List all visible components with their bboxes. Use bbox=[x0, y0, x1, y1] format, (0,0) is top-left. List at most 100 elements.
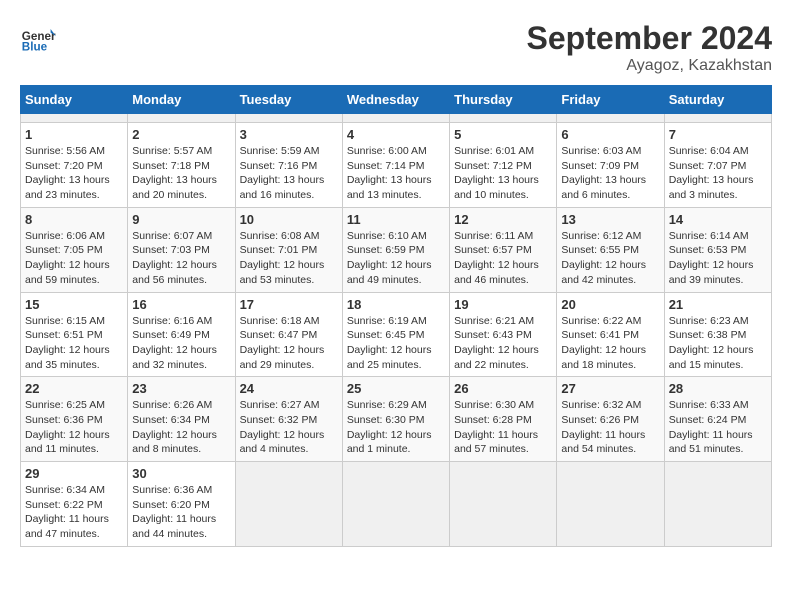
logo-icon: General Blue bbox=[20, 20, 56, 56]
day-number: 7 bbox=[669, 127, 767, 142]
sunset-label: Sunset: 6:45 PM bbox=[347, 329, 425, 341]
sunrise-label: Sunrise: 6:08 AM bbox=[240, 230, 320, 242]
daylight-label: Daylight: 11 hours and 51 minutes. bbox=[669, 429, 753, 456]
daylight-label: Daylight: 12 hours and 59 minutes. bbox=[25, 259, 110, 286]
day-number: 12 bbox=[454, 212, 552, 227]
sunrise-label: Sunrise: 6:32 AM bbox=[561, 399, 641, 411]
calendar-cell: 19 Sunrise: 6:21 AM Sunset: 6:43 PM Dayl… bbox=[450, 292, 557, 377]
daylight-label: Daylight: 12 hours and 1 minute. bbox=[347, 429, 432, 456]
sunrise-label: Sunrise: 6:12 AM bbox=[561, 230, 641, 242]
calendar-cell: 17 Sunrise: 6:18 AM Sunset: 6:47 PM Dayl… bbox=[235, 292, 342, 377]
day-info: Sunrise: 6:29 AM Sunset: 6:30 PM Dayligh… bbox=[347, 398, 445, 457]
calendar-cell: 28 Sunrise: 6:33 AM Sunset: 6:24 PM Dayl… bbox=[664, 377, 771, 462]
day-info: Sunrise: 6:06 AM Sunset: 7:05 PM Dayligh… bbox=[25, 229, 123, 288]
sunrise-label: Sunrise: 6:15 AM bbox=[25, 315, 105, 327]
sunrise-label: Sunrise: 6:11 AM bbox=[454, 230, 533, 242]
day-info: Sunrise: 6:34 AM Sunset: 6:22 PM Dayligh… bbox=[25, 483, 123, 542]
calendar-cell: 14 Sunrise: 6:14 AM Sunset: 6:53 PM Dayl… bbox=[664, 207, 771, 292]
daylight-label: Daylight: 12 hours and 42 minutes. bbox=[561, 259, 646, 286]
calendar-week-row: 22 Sunrise: 6:25 AM Sunset: 6:36 PM Dayl… bbox=[21, 377, 772, 462]
sunset-label: Sunset: 7:07 PM bbox=[669, 160, 747, 172]
sunrise-label: Sunrise: 6:29 AM bbox=[347, 399, 427, 411]
day-number: 2 bbox=[132, 127, 230, 142]
daylight-label: Daylight: 12 hours and 39 minutes. bbox=[669, 259, 754, 286]
day-info: Sunrise: 6:19 AM Sunset: 6:45 PM Dayligh… bbox=[347, 314, 445, 373]
day-info: Sunrise: 6:21 AM Sunset: 6:43 PM Dayligh… bbox=[454, 314, 552, 373]
sunset-label: Sunset: 7:09 PM bbox=[561, 160, 639, 172]
day-info: Sunrise: 6:12 AM Sunset: 6:55 PM Dayligh… bbox=[561, 229, 659, 288]
day-number: 24 bbox=[240, 381, 338, 396]
sunset-label: Sunset: 7:12 PM bbox=[454, 160, 532, 172]
sunset-label: Sunset: 7:05 PM bbox=[25, 244, 103, 256]
sunset-label: Sunset: 6:24 PM bbox=[669, 414, 747, 426]
calendar-cell: 10 Sunrise: 6:08 AM Sunset: 7:01 PM Dayl… bbox=[235, 207, 342, 292]
calendar-cell: 1 Sunrise: 5:56 AM Sunset: 7:20 PM Dayli… bbox=[21, 123, 128, 208]
sunset-label: Sunset: 6:49 PM bbox=[132, 329, 210, 341]
calendar-cell: 9 Sunrise: 6:07 AM Sunset: 7:03 PM Dayli… bbox=[128, 207, 235, 292]
sunset-label: Sunset: 6:51 PM bbox=[25, 329, 103, 341]
title-block: September 2024 Ayagoz, Kazakhstan bbox=[527, 20, 772, 75]
day-header-friday: Friday bbox=[557, 86, 664, 114]
day-info: Sunrise: 6:00 AM Sunset: 7:14 PM Dayligh… bbox=[347, 144, 445, 203]
day-number: 21 bbox=[669, 297, 767, 312]
sunrise-label: Sunrise: 6:27 AM bbox=[240, 399, 320, 411]
day-info: Sunrise: 6:15 AM Sunset: 6:51 PM Dayligh… bbox=[25, 314, 123, 373]
day-info: Sunrise: 5:56 AM Sunset: 7:20 PM Dayligh… bbox=[25, 144, 123, 203]
day-number: 20 bbox=[561, 297, 659, 312]
calendar-cell bbox=[557, 462, 664, 547]
daylight-label: Daylight: 13 hours and 13 minutes. bbox=[347, 174, 432, 201]
page-header: General Blue September 2024 Ayagoz, Kaza… bbox=[20, 20, 772, 75]
day-info: Sunrise: 6:27 AM Sunset: 6:32 PM Dayligh… bbox=[240, 398, 338, 457]
day-header-monday: Monday bbox=[128, 86, 235, 114]
daylight-label: Daylight: 12 hours and 49 minutes. bbox=[347, 259, 432, 286]
calendar-cell: 16 Sunrise: 6:16 AM Sunset: 6:49 PM Dayl… bbox=[128, 292, 235, 377]
day-number: 27 bbox=[561, 381, 659, 396]
day-info: Sunrise: 6:07 AM Sunset: 7:03 PM Dayligh… bbox=[132, 229, 230, 288]
sunrise-label: Sunrise: 5:59 AM bbox=[240, 145, 320, 157]
calendar-header-row: SundayMondayTuesdayWednesdayThursdayFrid… bbox=[21, 86, 772, 114]
day-info: Sunrise: 6:16 AM Sunset: 6:49 PM Dayligh… bbox=[132, 314, 230, 373]
daylight-label: Daylight: 13 hours and 3 minutes. bbox=[669, 174, 754, 201]
sunrise-label: Sunrise: 5:56 AM bbox=[25, 145, 105, 157]
sunrise-label: Sunrise: 6:04 AM bbox=[669, 145, 749, 157]
sunset-label: Sunset: 6:57 PM bbox=[454, 244, 532, 256]
day-info: Sunrise: 6:25 AM Sunset: 6:36 PM Dayligh… bbox=[25, 398, 123, 457]
sunset-label: Sunset: 6:55 PM bbox=[561, 244, 639, 256]
daylight-label: Daylight: 13 hours and 23 minutes. bbox=[25, 174, 110, 201]
day-info: Sunrise: 6:01 AM Sunset: 7:12 PM Dayligh… bbox=[454, 144, 552, 203]
sunset-label: Sunset: 6:43 PM bbox=[454, 329, 532, 341]
sunset-label: Sunset: 6:28 PM bbox=[454, 414, 532, 426]
calendar-cell: 8 Sunrise: 6:06 AM Sunset: 7:05 PM Dayli… bbox=[21, 207, 128, 292]
day-number: 28 bbox=[669, 381, 767, 396]
calendar-cell bbox=[235, 114, 342, 123]
day-number: 1 bbox=[25, 127, 123, 142]
calendar-cell: 29 Sunrise: 6:34 AM Sunset: 6:22 PM Dayl… bbox=[21, 462, 128, 547]
day-number: 11 bbox=[347, 212, 445, 227]
calendar-cell: 23 Sunrise: 6:26 AM Sunset: 6:34 PM Dayl… bbox=[128, 377, 235, 462]
sunset-label: Sunset: 7:18 PM bbox=[132, 160, 210, 172]
sunrise-label: Sunrise: 6:10 AM bbox=[347, 230, 427, 242]
daylight-label: Daylight: 12 hours and 56 minutes. bbox=[132, 259, 217, 286]
day-number: 13 bbox=[561, 212, 659, 227]
daylight-label: Daylight: 12 hours and 29 minutes. bbox=[240, 344, 325, 371]
daylight-label: Daylight: 13 hours and 10 minutes. bbox=[454, 174, 539, 201]
sunrise-label: Sunrise: 6:07 AM bbox=[132, 230, 212, 242]
day-header-saturday: Saturday bbox=[664, 86, 771, 114]
sunset-label: Sunset: 6:53 PM bbox=[669, 244, 747, 256]
day-info: Sunrise: 6:14 AM Sunset: 6:53 PM Dayligh… bbox=[669, 229, 767, 288]
svg-text:Blue: Blue bbox=[22, 41, 48, 54]
sunset-label: Sunset: 7:01 PM bbox=[240, 244, 318, 256]
daylight-label: Daylight: 13 hours and 6 minutes. bbox=[561, 174, 646, 201]
day-number: 30 bbox=[132, 466, 230, 481]
daylight-label: Daylight: 12 hours and 11 minutes. bbox=[25, 429, 110, 456]
day-info: Sunrise: 6:10 AM Sunset: 6:59 PM Dayligh… bbox=[347, 229, 445, 288]
calendar-cell bbox=[342, 462, 449, 547]
calendar-cell: 13 Sunrise: 6:12 AM Sunset: 6:55 PM Dayl… bbox=[557, 207, 664, 292]
logo: General Blue bbox=[20, 20, 56, 56]
daylight-label: Daylight: 12 hours and 22 minutes. bbox=[454, 344, 539, 371]
day-info: Sunrise: 6:30 AM Sunset: 6:28 PM Dayligh… bbox=[454, 398, 552, 457]
day-info: Sunrise: 6:08 AM Sunset: 7:01 PM Dayligh… bbox=[240, 229, 338, 288]
calendar-cell: 25 Sunrise: 6:29 AM Sunset: 6:30 PM Dayl… bbox=[342, 377, 449, 462]
day-info: Sunrise: 5:57 AM Sunset: 7:18 PM Dayligh… bbox=[132, 144, 230, 203]
daylight-label: Daylight: 12 hours and 15 minutes. bbox=[669, 344, 754, 371]
